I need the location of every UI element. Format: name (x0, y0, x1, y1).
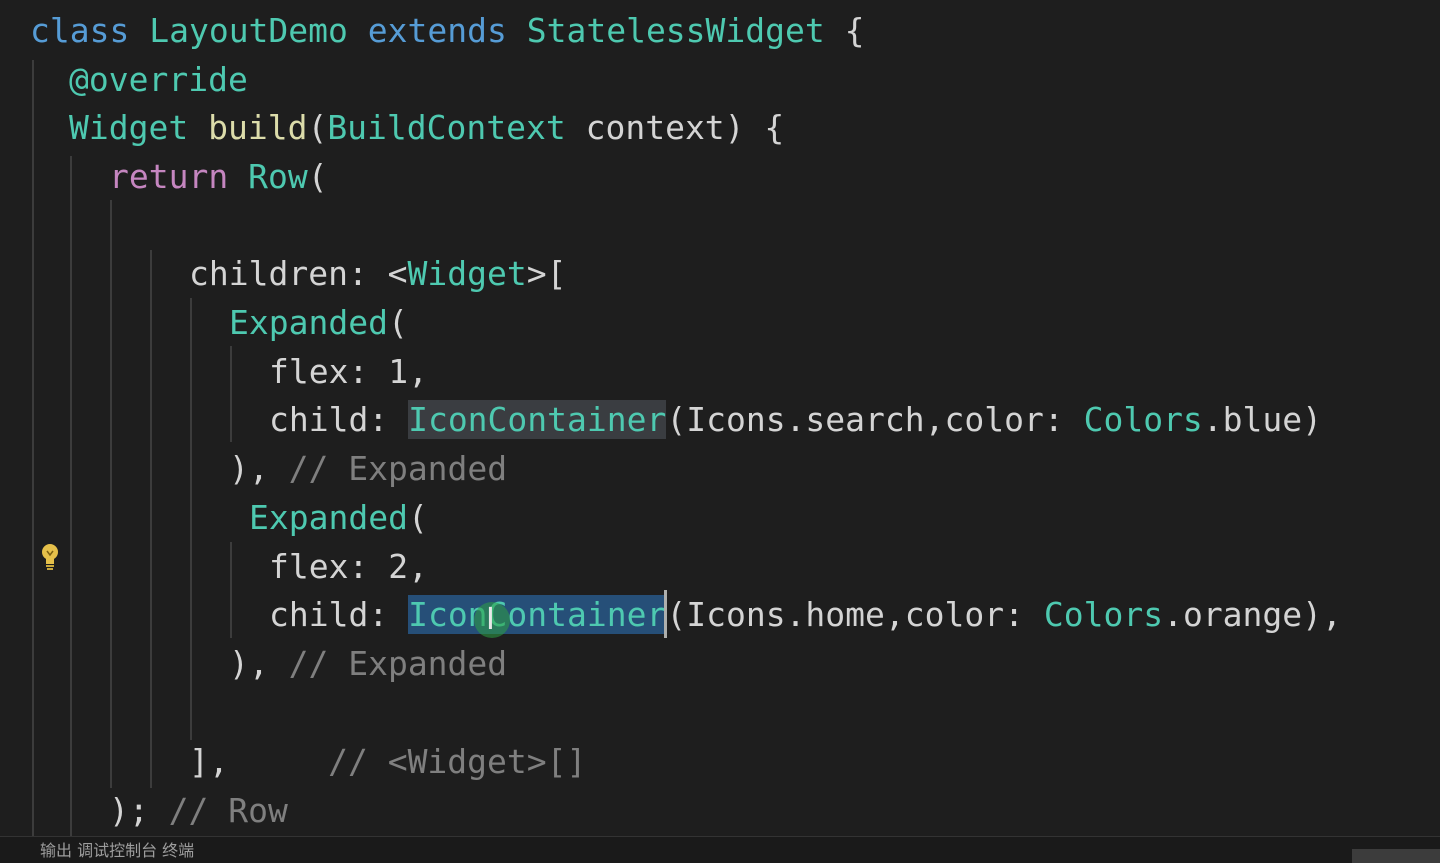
highlighted-token: IconContainer (408, 400, 667, 439)
code-line[interactable]: child: IconContainer(Icons.home,color: C… (269, 590, 1342, 639)
code-line[interactable]: flex: 2, (269, 542, 428, 591)
indent-guide (32, 60, 34, 836)
code-token: BuildContext (327, 108, 566, 147)
code-token: Expanded (249, 498, 408, 537)
code-line[interactable]: ); // Row (109, 786, 288, 835)
code-token: context) { (565, 108, 785, 147)
code-token: Colors (1083, 400, 1203, 439)
code-token: .blue) (1202, 400, 1323, 439)
code-token: Widget (69, 108, 189, 147)
code-token: build (208, 108, 308, 147)
code-line[interactable]: @override (69, 55, 248, 104)
code-line[interactable]: ], // <Widget>[] (189, 737, 586, 786)
indent-guide (110, 200, 112, 788)
code-token: Expanded (229, 303, 388, 342)
ibeam-cursor-icon: I (486, 602, 495, 637)
code-line[interactable]: ), // Expanded (229, 444, 507, 493)
code-token: ( (307, 157, 328, 196)
code-token: ( (307, 108, 328, 147)
selected-token: IconContainer (408, 595, 667, 634)
code-editor[interactable]: class LayoutDemo extends StatelessWidget… (0, 0, 1440, 836)
code-line[interactable]: child: IconContainer(Icons.search,color:… (269, 395, 1322, 444)
code-token: >[ (526, 254, 567, 293)
indent-guide (70, 156, 72, 836)
code-token: StatelessWidget (526, 11, 825, 50)
code-line[interactable]: flex: 1, (269, 347, 428, 396)
code-line[interactable]: class LayoutDemo extends StatelessWidget… (30, 6, 865, 55)
code-line[interactable]: Widget build(BuildContext context) { (69, 103, 784, 152)
code-token: class (30, 11, 130, 50)
comment-token: // <Widget>[] (328, 742, 587, 781)
text-cursor (664, 590, 667, 638)
code-token: ), (229, 449, 289, 488)
comment-token: // Expanded (288, 449, 508, 488)
code-token: Colors (1043, 595, 1164, 634)
code-token: return (109, 157, 229, 196)
lightbulb-icon[interactable] (38, 541, 62, 573)
code-line[interactable]: children: <Widget>[ (189, 249, 567, 298)
panel-tabs-bar: 输出 调试控制台 终端 (0, 836, 1440, 863)
code-token: Widget (407, 254, 527, 293)
indent-guide (150, 250, 152, 788)
code-token: ( (387, 303, 408, 342)
code-token: .orange), (1163, 595, 1342, 634)
code-token: ], (189, 742, 229, 781)
code-token: children: < (189, 254, 408, 293)
code-token: { (824, 11, 865, 50)
code-token: extends (367, 11, 507, 50)
status-indicator (1352, 849, 1440, 863)
code-token: flex: 1, (269, 352, 428, 391)
comment-token: // Expanded (288, 644, 508, 683)
code-token: (Icons.home,color: (666, 595, 1044, 634)
code-token: LayoutDemo (149, 11, 348, 50)
code-token: ); (109, 791, 169, 830)
indent-guide (190, 298, 192, 740)
indent-guide (230, 542, 232, 638)
comment-token: // Row (168, 791, 288, 830)
code-token: @override (69, 60, 248, 99)
code-token: flex: 2, (269, 547, 428, 586)
indent-guide (230, 346, 232, 442)
code-line[interactable]: Expanded( (229, 298, 408, 347)
code-token: Row (248, 157, 308, 196)
code-token: child: (269, 400, 409, 439)
code-token: child: (269, 595, 409, 634)
code-token: ), (229, 644, 289, 683)
panel-tabs-label[interactable]: 输出 调试控制台 终端 (40, 841, 194, 861)
code-line[interactable]: Expanded( (249, 493, 428, 542)
code-line[interactable]: return Row( (109, 152, 328, 201)
code-token: (Icons.search,color: (666, 400, 1084, 439)
code-line[interactable]: ), // Expanded (229, 639, 507, 688)
code-token: ( (407, 498, 428, 537)
